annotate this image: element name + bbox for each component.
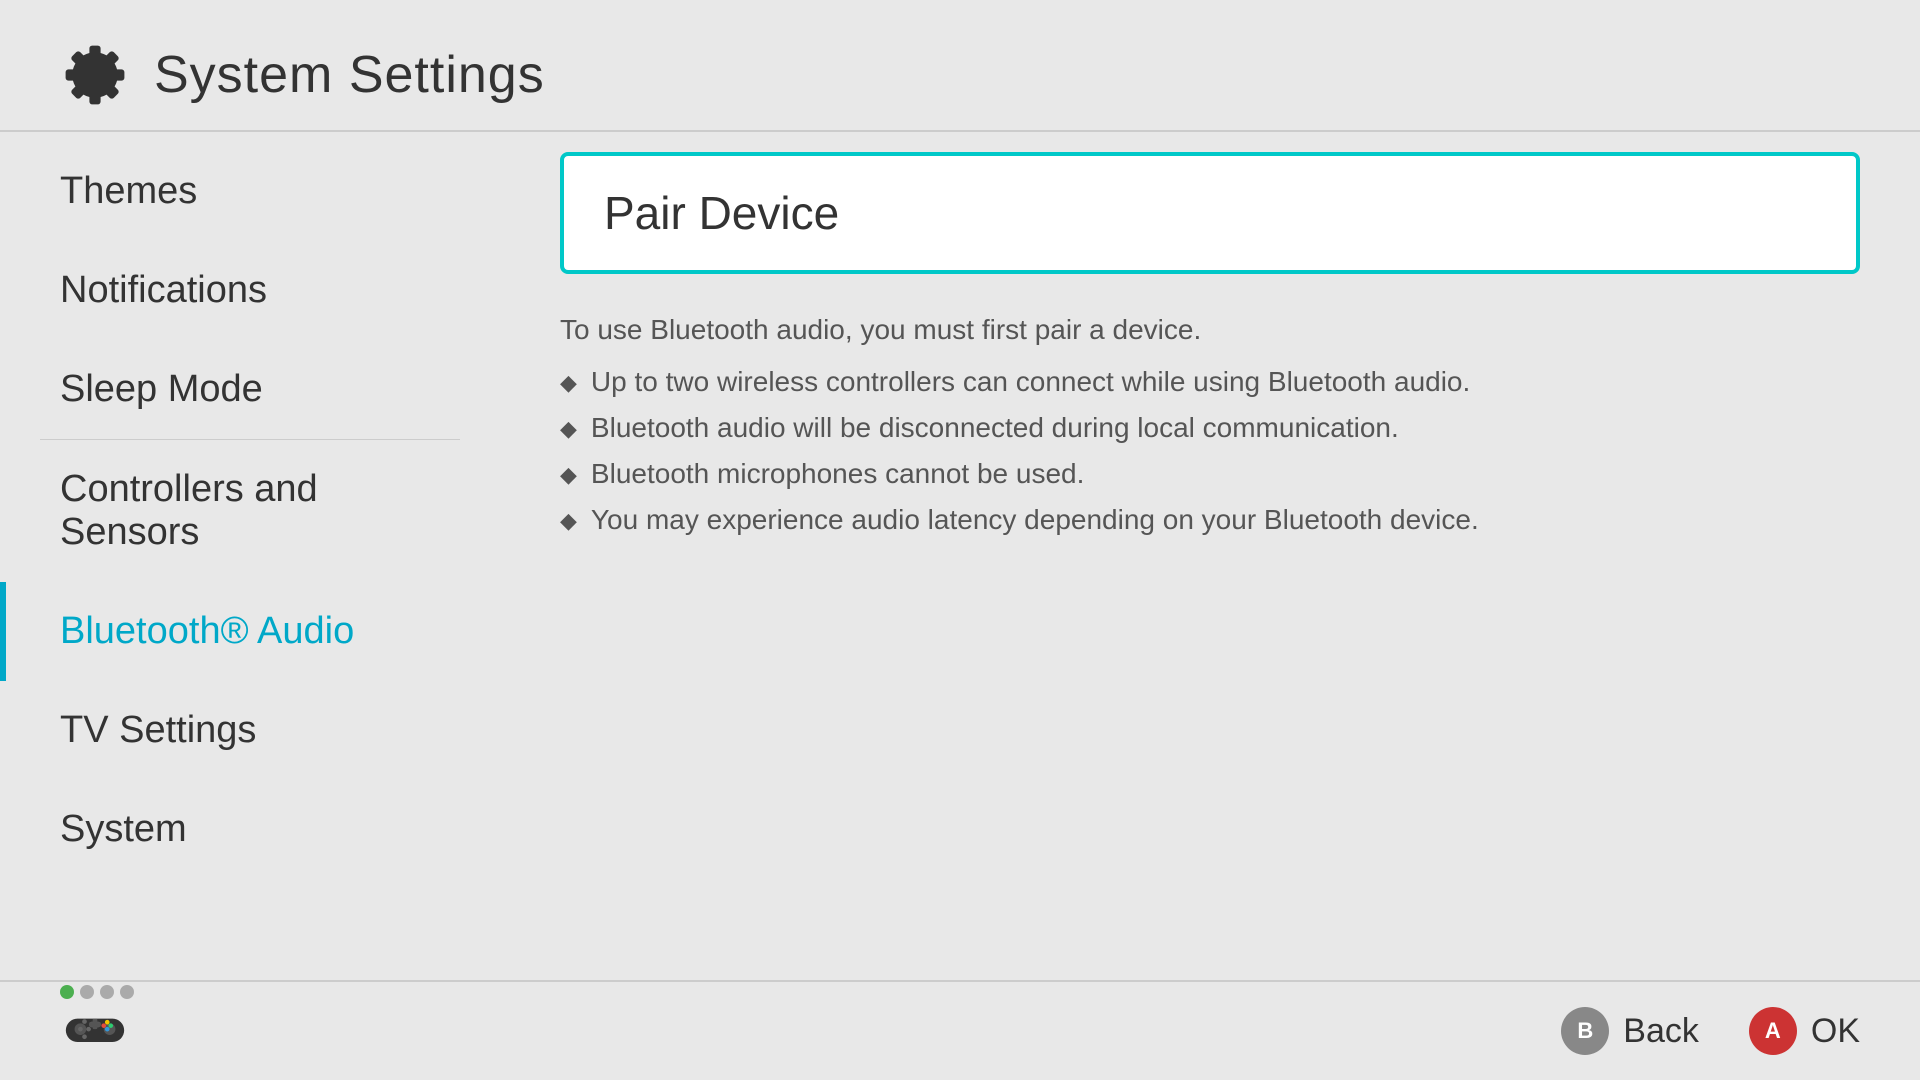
footer-right: B Back A OK: [1561, 1007, 1860, 1055]
info-section: To use Bluetooth audio, you must first p…: [560, 304, 1860, 560]
bullet-text: You may experience audio latency dependi…: [591, 504, 1479, 536]
footer-back-button[interactable]: B Back: [1561, 1007, 1699, 1055]
bullet-item: ◆ Up to two wireless controllers can conn…: [560, 366, 1860, 398]
ok-circle-icon: A: [1749, 1007, 1797, 1055]
bullet-diamond-icon: ◆: [560, 370, 577, 396]
bullet-item: ◆ You may experience audio latency depend…: [560, 504, 1860, 536]
controller-dots: [60, 985, 134, 999]
back-label: Back: [1623, 1012, 1699, 1051]
controller-icon: [60, 1007, 130, 1077]
bullet-text: Up to two wireless controllers can conne…: [591, 366, 1470, 398]
sidebar-item-themes[interactable]: Themes: [0, 142, 500, 241]
bullet-text: Bluetooth audio will be disconnected dur…: [591, 412, 1399, 444]
settings-icon: [60, 40, 130, 110]
indicator-dot-1: [80, 985, 94, 999]
sidebar-item-system[interactable]: System: [0, 780, 500, 879]
sidebar: ThemesNotificationsSleep ModeControllers…: [0, 132, 500, 952]
bullet-diamond-icon: ◆: [560, 416, 577, 442]
page-title: System Settings: [154, 45, 545, 105]
bullet-text: Bluetooth microphones cannot be used.: [591, 458, 1084, 490]
indicator-dot-3: [120, 985, 134, 999]
pair-device-title: Pair Device: [604, 186, 1816, 240]
bullet-diamond-icon: ◆: [560, 462, 577, 488]
sidebar-item-tv-settings[interactable]: TV Settings: [0, 681, 500, 780]
header: System Settings: [0, 0, 1920, 130]
sidebar-item-notifications[interactable]: Notifications: [0, 241, 500, 340]
footer-left: [60, 985, 134, 1077]
bullet-diamond-icon: ◆: [560, 508, 577, 534]
indicator-dot-2: [100, 985, 114, 999]
bullet-item: ◆ Bluetooth microphones cannot be used.: [560, 458, 1860, 490]
content-area: Pair Device To use Bluetooth audio, you …: [500, 132, 1920, 952]
controller-info: [60, 985, 134, 1077]
back-circle-icon: B: [1561, 1007, 1609, 1055]
sidebar-item-controllers-and-sensors[interactable]: Controllers and Sensors: [0, 440, 500, 582]
indicator-dot-0: [60, 985, 74, 999]
ok-label: OK: [1811, 1012, 1860, 1051]
footer-ok-button[interactable]: A OK: [1749, 1007, 1860, 1055]
sidebar-item-bluetooth-audio[interactable]: Bluetooth® Audio: [0, 582, 500, 681]
sidebar-item-sleep-mode[interactable]: Sleep Mode: [0, 340, 500, 439]
footer: B Back A OK: [0, 980, 1920, 1080]
info-description: To use Bluetooth audio, you must first p…: [560, 314, 1860, 346]
pair-device-card[interactable]: Pair Device: [560, 152, 1860, 274]
main-content: ThemesNotificationsSleep ModeControllers…: [0, 132, 1920, 952]
bullets-container: ◆ Up to two wireless controllers can conn…: [560, 366, 1860, 536]
bullet-item: ◆ Bluetooth audio will be disconnected du…: [560, 412, 1860, 444]
